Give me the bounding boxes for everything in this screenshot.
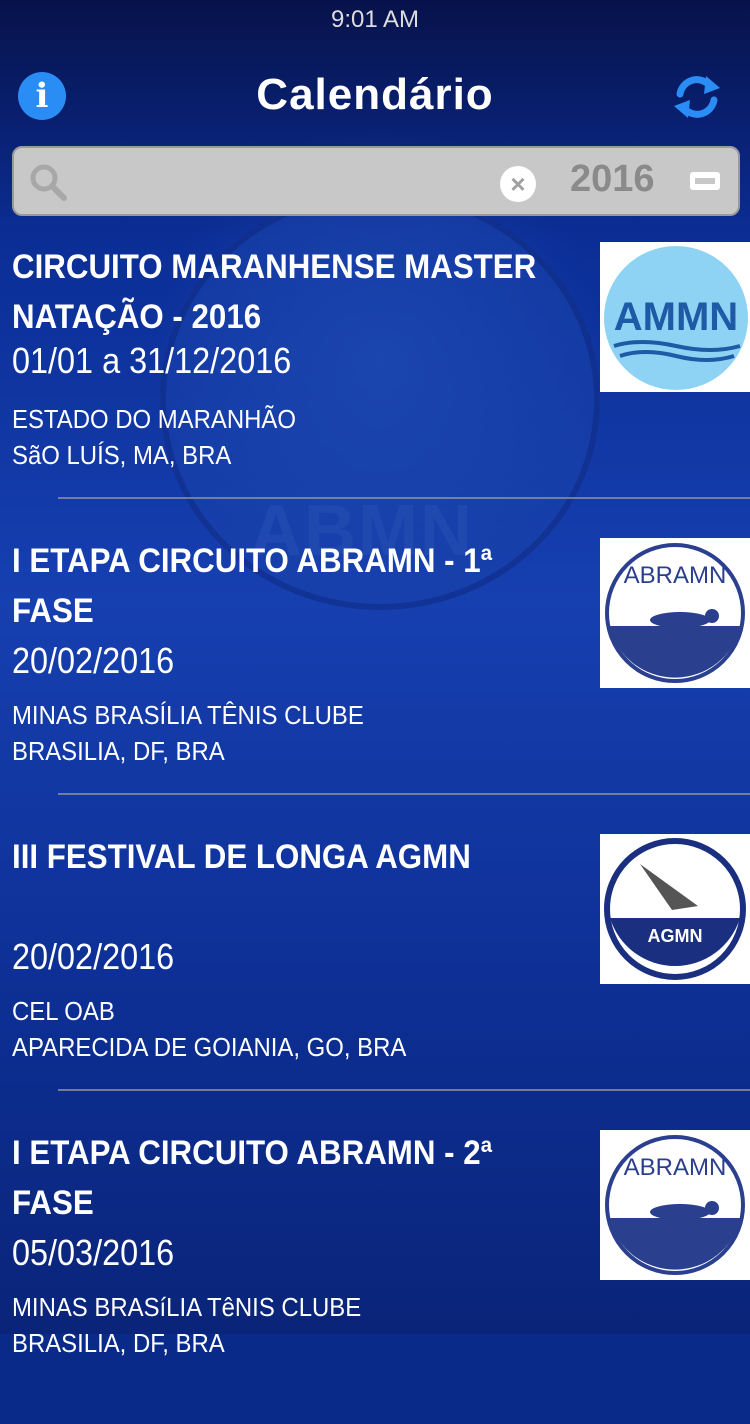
event-city: BRASILIA, DF, BRA bbox=[12, 736, 225, 766]
logo-text: ABRAMN bbox=[624, 562, 727, 589]
event-title: CIRCUITO MARANHENSE MASTER NATAÇÃO - 201… bbox=[12, 248, 537, 336]
event-logo: ABRAMN bbox=[600, 1130, 750, 1280]
event-city: SãO LUÍS, MA, BRA bbox=[12, 440, 232, 470]
clear-icon[interactable]: × bbox=[500, 166, 536, 202]
logo-text: AMMN bbox=[614, 295, 738, 339]
event-title: I ETAPA CIRCUITO ABRAMN - 1ª FASE bbox=[12, 542, 493, 630]
search-icon bbox=[30, 164, 67, 201]
event-title: I ETAPA CIRCUITO ABRAMN - 2ª FASE bbox=[12, 1134, 493, 1222]
divider bbox=[58, 1089, 750, 1091]
event-title: III FESTIVAL DE LONGA AGMN bbox=[12, 838, 471, 876]
event-date: 01/01 a 31/12/2016 bbox=[12, 340, 292, 381]
year-filter[interactable]: 2016 bbox=[570, 158, 655, 201]
event-venue: MINAS BRASÍLIA TÊNIS CLUBE bbox=[12, 700, 364, 730]
logo-text: AGMN bbox=[648, 926, 703, 946]
event-logo: AMMN bbox=[600, 242, 750, 392]
event-venue: CEL OAB bbox=[12, 996, 115, 1026]
event-city: APARECIDA DE GOIANIA, GO, BRA bbox=[12, 1032, 407, 1062]
event-venue: MINAS BRASíLIA TêNIS CLUBE bbox=[12, 1292, 362, 1322]
event-venue: ESTADO DO MARANHÃO bbox=[12, 404, 296, 434]
divider bbox=[58, 497, 750, 499]
logo-text: ABRAMN bbox=[624, 1154, 727, 1181]
status-bar: 9:01 AM bbox=[0, 0, 750, 40]
page-title: Calendário bbox=[256, 70, 494, 119]
event-logo: AGMN bbox=[600, 834, 750, 984]
refresh-icon[interactable] bbox=[672, 72, 722, 122]
year-toggle-icon[interactable] bbox=[690, 172, 720, 190]
navigation-bar: i Calendário bbox=[0, 58, 750, 138]
event-city: BRASILIA, DF, BRA bbox=[12, 1328, 225, 1358]
list-item[interactable]: III FESTIVAL DE LONGA AGMN 20/02/2016 CE… bbox=[0, 832, 750, 1128]
event-logo: ABRAMN bbox=[600, 538, 750, 688]
status-time: 9:01 AM bbox=[330, 6, 420, 33]
divider bbox=[58, 793, 750, 795]
list-item[interactable]: I ETAPA CIRCUITO ABRAMN - 2ª FASE 05/03/… bbox=[0, 1128, 750, 1424]
list-item[interactable]: I ETAPA CIRCUITO ABRAMN - 1ª FASE 20/02/… bbox=[0, 536, 750, 832]
event-date: 20/02/2016 bbox=[12, 936, 175, 977]
event-date: 05/03/2016 bbox=[12, 1232, 175, 1273]
list-item[interactable]: CIRCUITO MARANHENSE MASTER NATAÇÃO - 201… bbox=[0, 242, 750, 538]
search-bar[interactable]: × 2016 bbox=[12, 146, 740, 216]
event-date: 20/02/2016 bbox=[12, 640, 175, 681]
